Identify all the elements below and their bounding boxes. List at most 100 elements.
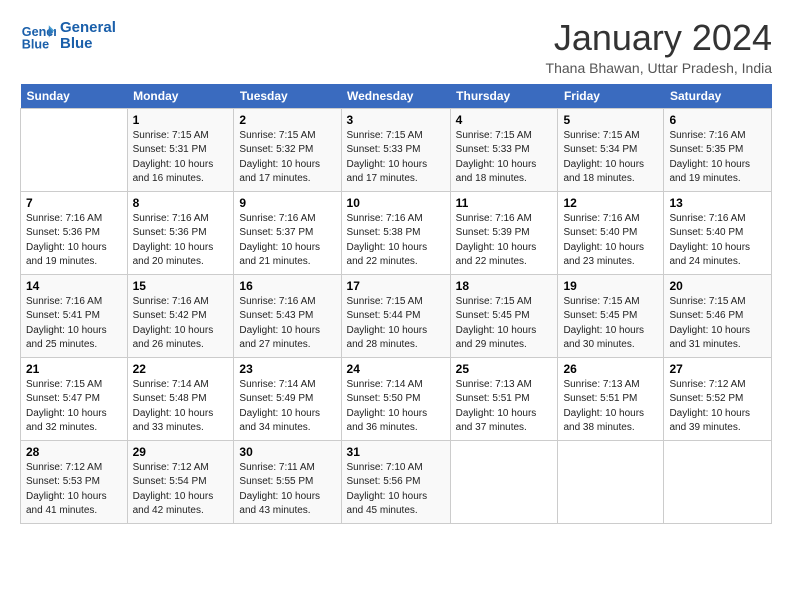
day-number: 13 <box>669 196 766 210</box>
page: General Blue General Blue January 2024 T… <box>0 0 792 534</box>
calendar-cell: 17 Sunrise: 7:15 AMSunset: 5:44 PMDaylig… <box>341 274 450 357</box>
logo-icon: General Blue <box>20 18 56 54</box>
day-number: 1 <box>133 113 229 127</box>
calendar-cell: 25 Sunrise: 7:13 AMSunset: 5:51 PMDaylig… <box>450 357 558 440</box>
calendar-cell <box>450 440 558 523</box>
day-number: 17 <box>347 279 445 293</box>
title-block: January 2024 Thana Bhawan, Uttar Pradesh… <box>546 18 772 76</box>
calendar-cell: 15 Sunrise: 7:16 AMSunset: 5:42 PMDaylig… <box>127 274 234 357</box>
calendar-cell: 30 Sunrise: 7:11 AMSunset: 5:55 PMDaylig… <box>234 440 341 523</box>
col-thursday: Thursday <box>450 84 558 109</box>
day-detail: Sunrise: 7:10 AMSunset: 5:56 PMDaylight:… <box>347 462 428 517</box>
col-friday: Friday <box>558 84 664 109</box>
calendar-cell <box>21 108 128 191</box>
day-detail: Sunrise: 7:14 AMSunset: 5:50 PMDaylight:… <box>347 379 428 434</box>
calendar-cell: 18 Sunrise: 7:15 AMSunset: 5:45 PMDaylig… <box>450 274 558 357</box>
calendar-cell <box>664 440 772 523</box>
day-detail: Sunrise: 7:16 AMSunset: 5:40 PMDaylight:… <box>563 213 644 268</box>
calendar-cell: 7 Sunrise: 7:16 AMSunset: 5:36 PMDayligh… <box>21 191 128 274</box>
day-detail: Sunrise: 7:15 AMSunset: 5:45 PMDaylight:… <box>563 296 644 351</box>
calendar-cell: 23 Sunrise: 7:14 AMSunset: 5:49 PMDaylig… <box>234 357 341 440</box>
calendar-table: Sunday Monday Tuesday Wednesday Thursday… <box>20 84 772 524</box>
day-detail: Sunrise: 7:15 AMSunset: 5:32 PMDaylight:… <box>239 130 320 185</box>
day-number: 31 <box>347 445 445 459</box>
week-row-2: 7 Sunrise: 7:16 AMSunset: 5:36 PMDayligh… <box>21 191 772 274</box>
day-number: 25 <box>456 362 553 376</box>
calendar-cell: 8 Sunrise: 7:16 AMSunset: 5:36 PMDayligh… <box>127 191 234 274</box>
day-number: 29 <box>133 445 229 459</box>
day-number: 19 <box>563 279 658 293</box>
day-number: 11 <box>456 196 553 210</box>
day-detail: Sunrise: 7:15 AMSunset: 5:31 PMDaylight:… <box>133 130 214 185</box>
day-number: 2 <box>239 113 335 127</box>
calendar-cell: 16 Sunrise: 7:16 AMSunset: 5:43 PMDaylig… <box>234 274 341 357</box>
day-number: 15 <box>133 279 229 293</box>
col-saturday: Saturday <box>664 84 772 109</box>
day-number: 18 <box>456 279 553 293</box>
calendar-cell: 28 Sunrise: 7:12 AMSunset: 5:53 PMDaylig… <box>21 440 128 523</box>
week-row-1: 1 Sunrise: 7:15 AMSunset: 5:31 PMDayligh… <box>21 108 772 191</box>
day-number: 27 <box>669 362 766 376</box>
calendar-cell: 24 Sunrise: 7:14 AMSunset: 5:50 PMDaylig… <box>341 357 450 440</box>
day-detail: Sunrise: 7:16 AMSunset: 5:42 PMDaylight:… <box>133 296 214 351</box>
calendar-cell: 14 Sunrise: 7:16 AMSunset: 5:41 PMDaylig… <box>21 274 128 357</box>
day-number: 10 <box>347 196 445 210</box>
calendar-cell: 3 Sunrise: 7:15 AMSunset: 5:33 PMDayligh… <box>341 108 450 191</box>
day-detail: Sunrise: 7:16 AMSunset: 5:43 PMDaylight:… <box>239 296 320 351</box>
col-monday: Monday <box>127 84 234 109</box>
day-detail: Sunrise: 7:15 AMSunset: 5:44 PMDaylight:… <box>347 296 428 351</box>
calendar-cell: 20 Sunrise: 7:15 AMSunset: 5:46 PMDaylig… <box>664 274 772 357</box>
svg-text:Blue: Blue <box>22 38 49 52</box>
day-detail: Sunrise: 7:15 AMSunset: 5:33 PMDaylight:… <box>347 130 428 185</box>
day-number: 28 <box>26 445 122 459</box>
calendar-cell: 31 Sunrise: 7:10 AMSunset: 5:56 PMDaylig… <box>341 440 450 523</box>
month-title: January 2024 <box>546 18 772 58</box>
day-detail: Sunrise: 7:16 AMSunset: 5:38 PMDaylight:… <box>347 213 428 268</box>
col-tuesday: Tuesday <box>234 84 341 109</box>
calendar-cell: 19 Sunrise: 7:15 AMSunset: 5:45 PMDaylig… <box>558 274 664 357</box>
day-detail: Sunrise: 7:15 AMSunset: 5:47 PMDaylight:… <box>26 379 107 434</box>
calendar-cell: 13 Sunrise: 7:16 AMSunset: 5:40 PMDaylig… <box>664 191 772 274</box>
calendar-cell: 9 Sunrise: 7:16 AMSunset: 5:37 PMDayligh… <box>234 191 341 274</box>
day-detail: Sunrise: 7:16 AMSunset: 5:40 PMDaylight:… <box>669 213 750 268</box>
day-number: 12 <box>563 196 658 210</box>
day-detail: Sunrise: 7:15 AMSunset: 5:34 PMDaylight:… <box>563 130 644 185</box>
day-detail: Sunrise: 7:16 AMSunset: 5:35 PMDaylight:… <box>669 130 750 185</box>
day-detail: Sunrise: 7:12 AMSunset: 5:52 PMDaylight:… <box>669 379 750 434</box>
day-detail: Sunrise: 7:16 AMSunset: 5:36 PMDaylight:… <box>26 213 107 268</box>
calendar-cell: 11 Sunrise: 7:16 AMSunset: 5:39 PMDaylig… <box>450 191 558 274</box>
day-number: 7 <box>26 196 122 210</box>
day-number: 6 <box>669 113 766 127</box>
day-number: 9 <box>239 196 335 210</box>
day-number: 20 <box>669 279 766 293</box>
day-number: 30 <box>239 445 335 459</box>
calendar-cell: 1 Sunrise: 7:15 AMSunset: 5:31 PMDayligh… <box>127 108 234 191</box>
calendar-cell <box>558 440 664 523</box>
day-number: 4 <box>456 113 553 127</box>
col-wednesday: Wednesday <box>341 84 450 109</box>
day-number: 8 <box>133 196 229 210</box>
day-detail: Sunrise: 7:14 AMSunset: 5:48 PMDaylight:… <box>133 379 214 434</box>
day-number: 23 <box>239 362 335 376</box>
day-number: 22 <box>133 362 229 376</box>
header: General Blue General Blue January 2024 T… <box>20 18 772 76</box>
day-detail: Sunrise: 7:16 AMSunset: 5:36 PMDaylight:… <box>133 213 214 268</box>
calendar-cell: 10 Sunrise: 7:16 AMSunset: 5:38 PMDaylig… <box>341 191 450 274</box>
day-detail: Sunrise: 7:15 AMSunset: 5:33 PMDaylight:… <box>456 130 537 185</box>
calendar-cell: 21 Sunrise: 7:15 AMSunset: 5:47 PMDaylig… <box>21 357 128 440</box>
day-detail: Sunrise: 7:13 AMSunset: 5:51 PMDaylight:… <box>456 379 537 434</box>
week-row-3: 14 Sunrise: 7:16 AMSunset: 5:41 PMDaylig… <box>21 274 772 357</box>
logo-general: General <box>60 20 116 37</box>
day-number: 14 <box>26 279 122 293</box>
header-row: Sunday Monday Tuesday Wednesday Thursday… <box>21 84 772 109</box>
calendar-cell: 27 Sunrise: 7:12 AMSunset: 5:52 PMDaylig… <box>664 357 772 440</box>
day-detail: Sunrise: 7:16 AMSunset: 5:39 PMDaylight:… <box>456 213 537 268</box>
location-subtitle: Thana Bhawan, Uttar Pradesh, India <box>546 60 772 76</box>
day-detail: Sunrise: 7:12 AMSunset: 5:53 PMDaylight:… <box>26 462 107 517</box>
calendar-cell: 29 Sunrise: 7:12 AMSunset: 5:54 PMDaylig… <box>127 440 234 523</box>
calendar-cell: 26 Sunrise: 7:13 AMSunset: 5:51 PMDaylig… <box>558 357 664 440</box>
day-number: 16 <box>239 279 335 293</box>
col-sunday: Sunday <box>21 84 128 109</box>
week-row-4: 21 Sunrise: 7:15 AMSunset: 5:47 PMDaylig… <box>21 357 772 440</box>
day-detail: Sunrise: 7:15 AMSunset: 5:46 PMDaylight:… <box>669 296 750 351</box>
